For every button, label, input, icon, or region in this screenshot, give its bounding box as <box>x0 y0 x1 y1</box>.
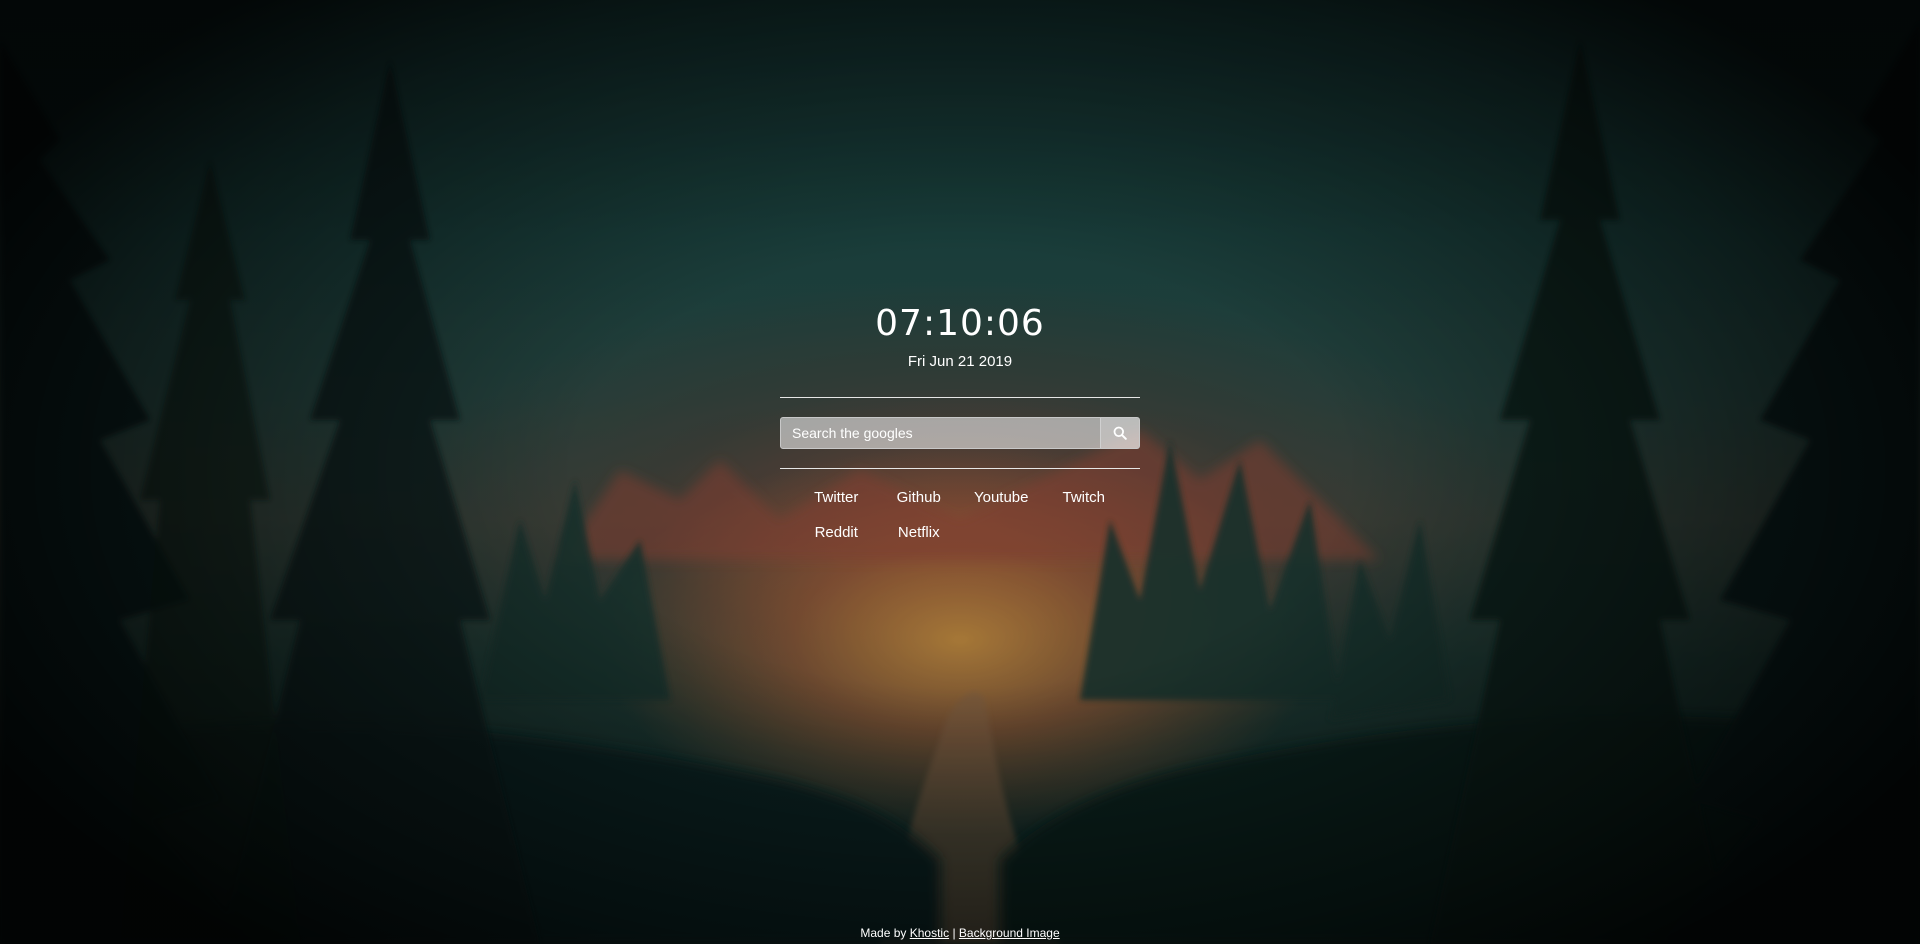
link-youtube[interactable]: Youtube <box>960 487 1043 522</box>
link-github[interactable]: Github <box>878 487 961 522</box>
search-button[interactable] <box>1100 418 1139 448</box>
divider-bottom <box>780 468 1140 469</box>
footer-made-by: Made by <box>860 926 907 940</box>
clock-date: Fri Jun 21 2019 <box>907 353 1013 370</box>
footer-author-link[interactable]: Khostic <box>910 926 949 940</box>
footer: Made by Khostic | Background Image <box>0 925 1920 941</box>
search-input[interactable] <box>781 418 1100 448</box>
link-twitch[interactable]: Twitch <box>1043 487 1126 522</box>
link-twitter[interactable]: Twitter <box>795 487 878 522</box>
search-form <box>780 417 1140 449</box>
link-reddit[interactable]: Reddit <box>795 522 878 557</box>
link-netflix[interactable]: Netflix <box>878 522 961 557</box>
start-panel: 07:10:06 Fri Jun 21 2019 Twitter Github … <box>780 296 1140 557</box>
search-icon <box>1113 426 1127 440</box>
bookmark-links: Twitter Github Youtube Twitch Reddit Net… <box>780 487 1140 557</box>
footer-separator: | <box>952 926 956 940</box>
divider-top <box>780 397 1140 398</box>
clock-time: 07:10:06 <box>875 303 1045 344</box>
footer-background-link[interactable]: Background Image <box>959 926 1060 940</box>
